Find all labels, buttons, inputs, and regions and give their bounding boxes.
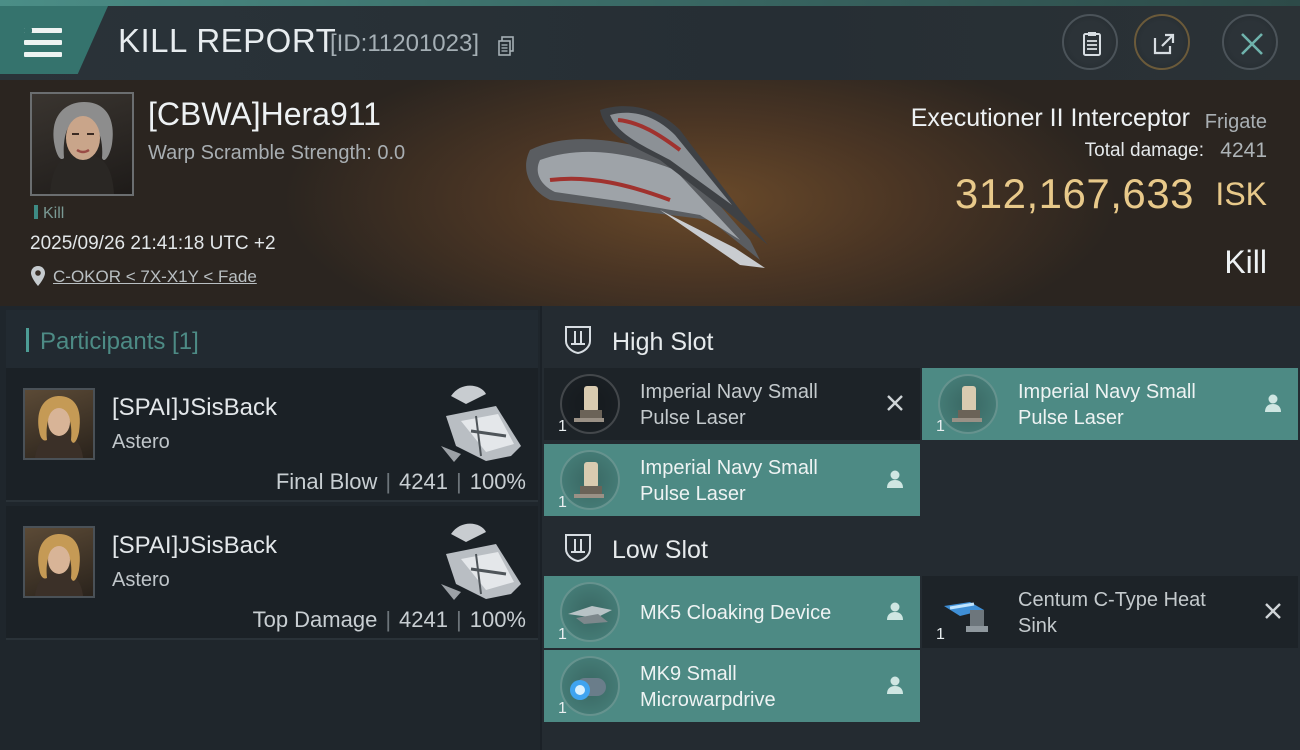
module-name: MK9 Small Microwarpdrive xyxy=(640,663,776,711)
avatar[interactable] xyxy=(23,526,95,598)
destroyed-icon xyxy=(887,395,903,411)
participants-panel: Participants [1] [SPAI]JSisBack Astero F… xyxy=(0,306,540,750)
participant-row[interactable]: [SPAI]JSisBack Astero Top Damage | 4241 | 10… xyxy=(6,506,538,640)
kill-tag: Kill xyxy=(34,205,64,223)
participant-ship-image[interactable] xyxy=(426,376,526,466)
heat-sink-icon xyxy=(938,582,998,642)
module-quantity: 1 xyxy=(558,494,567,511)
module-quantity: 1 xyxy=(936,626,945,643)
fitting-panel: High Slot 1 Imperial Navy Small Pulse La… xyxy=(542,306,1300,750)
participants-title: Participants [1] xyxy=(40,328,199,355)
clipboard-icon xyxy=(1083,32,1101,56)
participant-name[interactable]: [SPAI]JSisBack xyxy=(112,394,277,422)
kill-location-link[interactable]: C-OKOR < 7X-X1Y < Fade xyxy=(53,267,257,287)
pulse-laser-icon xyxy=(938,374,998,434)
participant-percent: 100% xyxy=(469,469,526,494)
participant-stats: Final Blow | 4241 | 100% xyxy=(275,469,526,494)
module-slot[interactable]: 1 MK9 Small Microwarpdrive xyxy=(544,650,920,722)
warp-scramble-strength: Warp Scramble Strength: 0.0 xyxy=(148,142,406,164)
participant-role: Top Damage xyxy=(252,607,378,632)
high-slot-icon xyxy=(565,326,591,355)
top-bar: KILL REPORT [ID:11201023] xyxy=(0,0,1300,80)
location-pin-icon xyxy=(31,266,45,286)
cloaking-device-icon xyxy=(560,582,620,642)
module-slot[interactable]: 1 Imperial Navy Small Pulse Laser xyxy=(544,444,920,516)
low-slot-label: Low Slot xyxy=(612,536,708,564)
dropped-person-icon xyxy=(887,602,903,620)
module-slot[interactable]: 1 Imperial Navy Small Pulse Laser xyxy=(922,368,1298,440)
high-slot-header: High Slot xyxy=(544,310,1298,368)
destroyed-icon xyxy=(1265,603,1281,619)
participant-damage: 4241 xyxy=(399,607,448,632)
dropped-person-icon xyxy=(887,676,903,694)
next-slot-header-partial xyxy=(542,734,1300,750)
module-quantity: 1 xyxy=(936,418,945,435)
module-quantity: 1 xyxy=(558,418,567,435)
module-quantity: 1 xyxy=(558,700,567,717)
menu-button[interactable] xyxy=(0,6,108,74)
module-name: MK5 Cloaking Device xyxy=(640,602,832,624)
high-slot-label: High Slot xyxy=(612,328,714,356)
total-damage-label: Total damage: xyxy=(1084,140,1204,161)
participant-role: Final Blow xyxy=(275,469,378,494)
module-name: Centum C-Type Heat Sink xyxy=(1018,589,1206,637)
module-name: Imperial Navy Small Pulse Laser xyxy=(640,457,818,505)
kill-banner: [CBWA]Hera911 Warp Scramble Strength: 0.… xyxy=(0,80,1300,306)
report-id: [ID:11201023] xyxy=(330,30,480,57)
participants-header: Participants [1] xyxy=(6,310,538,368)
isk-unit: ISK xyxy=(1215,176,1267,212)
share-icon xyxy=(1153,33,1175,55)
participant-ship-image[interactable] xyxy=(426,514,526,604)
module-slot[interactable]: 1 Centum C-Type Heat Sink xyxy=(922,576,1298,648)
participant-ship: Astero xyxy=(112,431,170,453)
participant-name[interactable]: [SPAI]JSisBack xyxy=(112,532,277,560)
page-title: KILL REPORT xyxy=(118,22,337,59)
participant-stats: Top Damage | 4241 | 100% xyxy=(252,607,526,632)
participant-ship: Astero xyxy=(112,569,170,591)
victim-name[interactable]: [CBWA]Hera911 xyxy=(148,96,381,133)
participant-row[interactable]: [SPAI]JSisBack Astero Final Blow | 4241 | 10… xyxy=(6,368,538,502)
low-slot-header: Low Slot xyxy=(544,518,1298,576)
victim-ship-image[interactable] xyxy=(510,90,790,280)
microwarpdrive-icon xyxy=(560,656,620,716)
menu-icon xyxy=(24,28,62,58)
copy-icon[interactable] xyxy=(497,36,515,56)
module-name: Imperial Navy Small Pulse Laser xyxy=(1018,381,1196,429)
module-slot[interactable]: 1 MK5 Cloaking Device xyxy=(544,576,920,648)
avatar[interactable] xyxy=(23,388,95,460)
clipboard-button[interactable] xyxy=(1062,14,1118,70)
participant-percent: 100% xyxy=(469,607,526,632)
victim-portrait[interactable] xyxy=(30,92,134,196)
dropped-person-icon xyxy=(1265,394,1281,412)
share-button[interactable] xyxy=(1134,14,1190,70)
dropped-person-icon xyxy=(887,470,903,488)
close-button[interactable] xyxy=(1222,14,1278,70)
close-icon xyxy=(1241,33,1263,55)
total-damage-value: 4241 xyxy=(1220,139,1267,162)
kill-result: Kill xyxy=(1224,244,1267,280)
victim-ship-class: Frigate xyxy=(1204,111,1267,133)
module-slot[interactable]: 1 Imperial Navy Small Pulse Laser xyxy=(544,368,920,440)
pulse-laser-icon xyxy=(560,450,620,510)
module-quantity: 1 xyxy=(558,626,567,643)
victim-ship-type[interactable]: Executioner II Interceptor xyxy=(911,104,1190,133)
low-slot-icon xyxy=(565,534,591,563)
kill-datetime: 2025/09/26 21:41:18 UTC +2 xyxy=(30,233,276,254)
isk-value: 312,167,633 xyxy=(954,170,1194,217)
module-name: Imperial Navy Small Pulse Laser xyxy=(640,381,818,429)
pulse-laser-icon xyxy=(560,374,620,434)
participant-damage: 4241 xyxy=(399,469,448,494)
